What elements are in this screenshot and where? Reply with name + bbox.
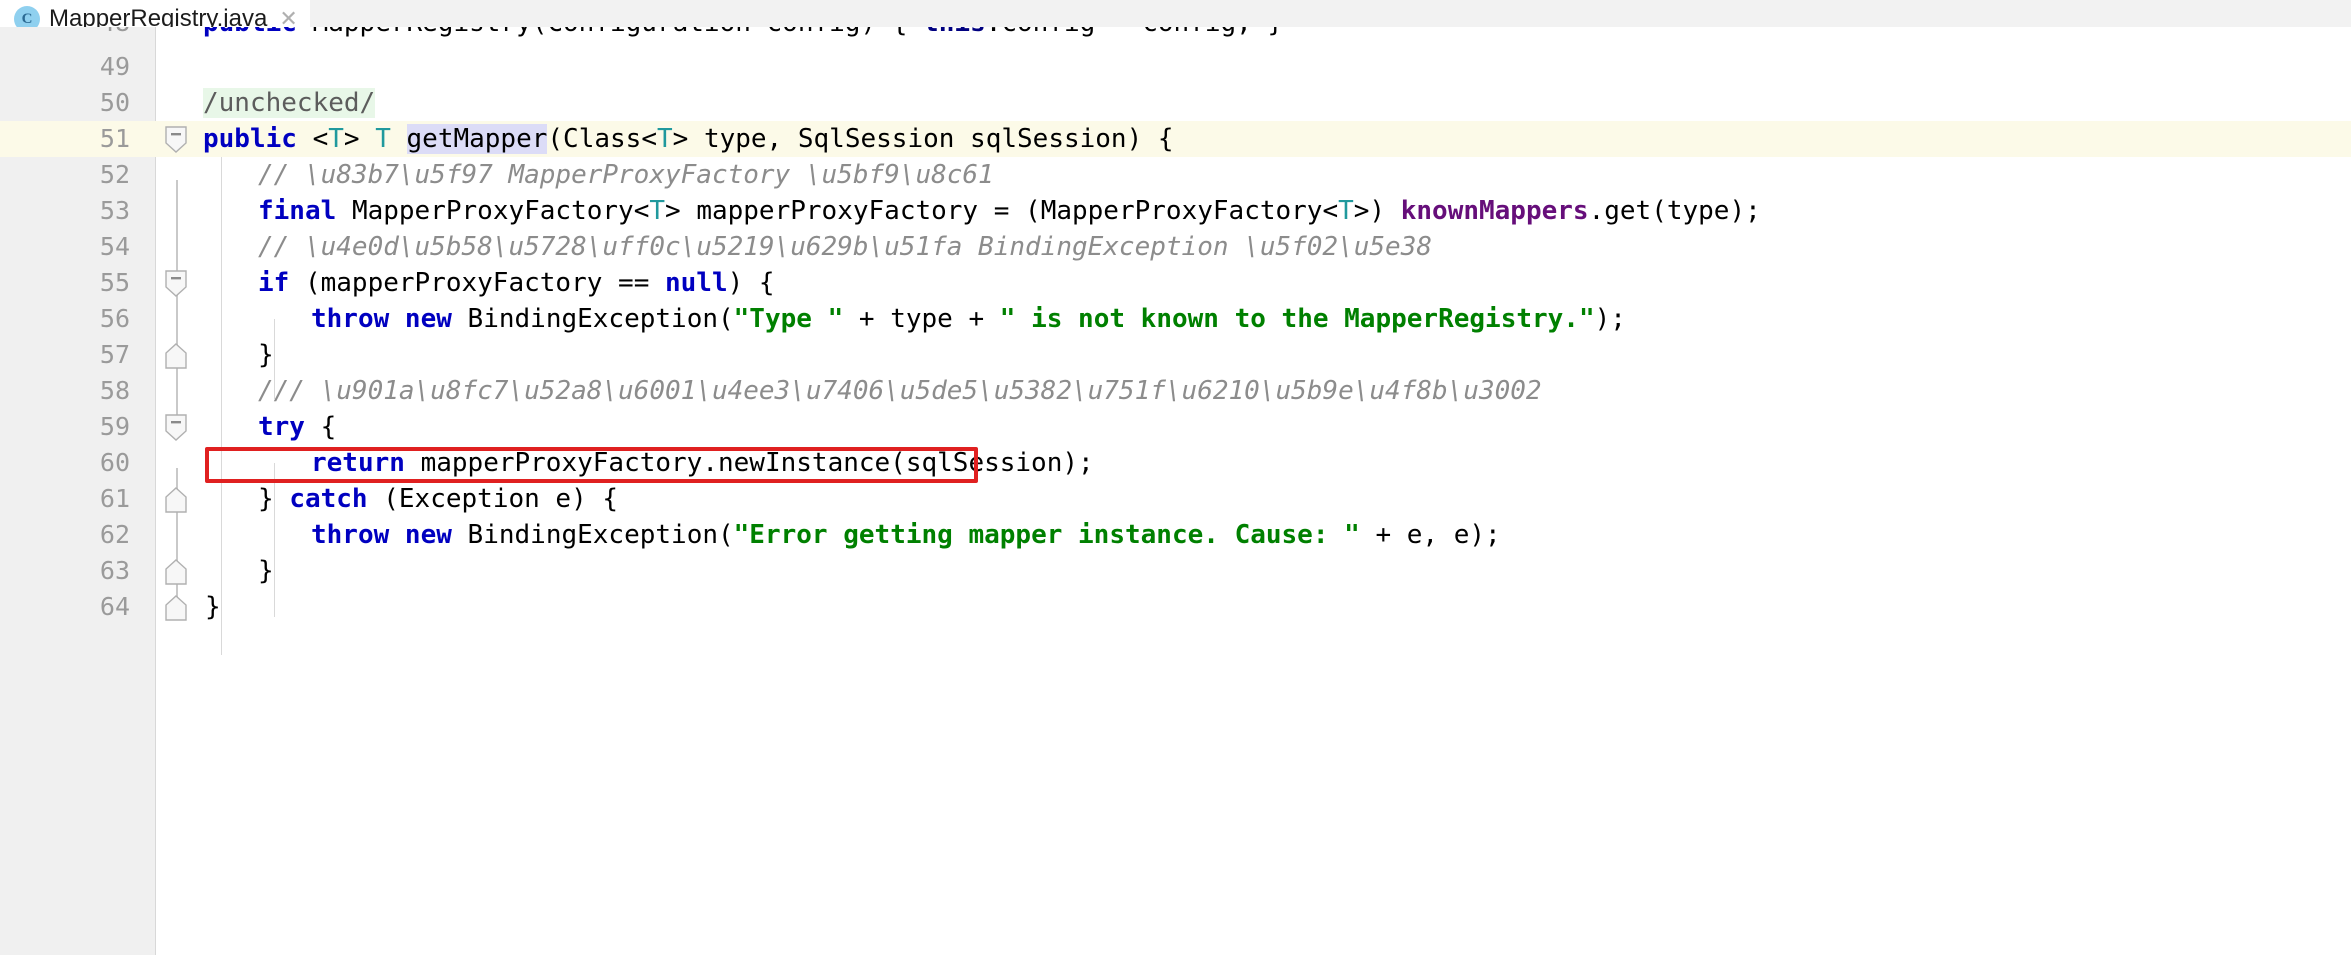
line-number[interactable]: 57	[0, 337, 130, 373]
code-line-50[interactable]: 50 /unchecked/	[0, 85, 2351, 121]
line-number[interactable]: 56	[0, 301, 130, 337]
line-number[interactable]: 55	[0, 265, 130, 301]
fold-collapse-icon[interactable]	[163, 126, 191, 162]
code-line-text: try {	[258, 412, 337, 442]
code-line-63[interactable]: 63 }	[0, 553, 2351, 589]
fold-end-icon[interactable]	[163, 558, 191, 594]
code-line-text: throw new BindingException("Type " + typ…	[311, 304, 1626, 334]
code-line-text: } catch (Exception e) {	[258, 484, 619, 514]
line-number[interactable]: 52	[0, 157, 130, 193]
line-number[interactable]: 59	[0, 409, 130, 445]
code-editor[interactable]: 48 public MapperRegistry(Configuration c…	[0, 27, 2351, 955]
code-line-text: if (mapperProxyFactory == null) {	[258, 268, 775, 298]
code-line-text: /unchecked/	[203, 88, 376, 118]
code-line-55[interactable]: 55 if (mapperProxyFactory == null) {	[0, 265, 2351, 301]
code-line-52[interactable]: 52 // \u83b7\u5f97 MapperProxyFactory \u…	[0, 157, 2351, 193]
line-number[interactable]: 51	[0, 121, 130, 157]
code-line-58[interactable]: 58 /// \u901a\u8fc7\u52a8\u6001\u4ee3\u7…	[0, 373, 2351, 409]
fold-collapse-icon[interactable]	[163, 414, 191, 450]
code-line-text: /// \u901a\u8fc7\u52a8\u6001\u4ee3\u7406…	[258, 376, 1542, 406]
line-number[interactable]: 50	[0, 85, 130, 121]
code-line-61[interactable]: 61 } catch (Exception e) {	[0, 481, 2351, 517]
code-line-59[interactable]: 59 try {	[0, 409, 2351, 445]
code-line-64[interactable]: 64 }	[0, 589, 2351, 625]
code-line-62[interactable]: 62 throw new BindingException("Error get…	[0, 517, 2351, 553]
code-line-text: // \u4e0d\u5b58\u5728\uff0c\u5219\u629b\…	[258, 232, 1432, 262]
line-number[interactable]: 61	[0, 481, 130, 517]
code-line-text: return mapperProxyFactory.newInstance(sq…	[311, 448, 1094, 478]
line-number[interactable]: 62	[0, 517, 130, 553]
code-line-text: }	[205, 592, 221, 622]
code-line-57[interactable]: 57 }	[0, 337, 2351, 373]
code-line-54[interactable]: 54 // \u4e0d\u5b58\u5728\uff0c\u5219\u62…	[0, 229, 2351, 265]
code-line-53[interactable]: 53 final MapperProxyFactory<T> mapperPro…	[0, 193, 2351, 229]
line-number[interactable]: 58	[0, 373, 130, 409]
fold-end-icon[interactable]	[163, 486, 191, 522]
line-number[interactable]: 64	[0, 589, 130, 625]
code-line-49[interactable]: 49	[0, 49, 2351, 85]
code-line-text: }	[258, 556, 274, 586]
code-line-text: public <T> T getMapper(Class<T> type, Sq…	[203, 124, 1174, 154]
line-number[interactable]: 53	[0, 193, 130, 229]
line-number[interactable]: 60	[0, 445, 130, 481]
fold-end-icon[interactable]	[163, 342, 191, 378]
code-rows: 49 50 /unchecked/ 51 public <T> T getMap…	[0, 27, 2351, 955]
line-number[interactable]: 54	[0, 229, 130, 265]
fold-end-icon[interactable]	[163, 594, 191, 630]
code-line-56[interactable]: 56 throw new BindingException("Type " + …	[0, 301, 2351, 337]
fold-collapse-icon[interactable]	[163, 270, 191, 306]
code-line-text: final MapperProxyFactory<T> mapperProxyF…	[258, 196, 1761, 226]
line-number[interactable]: 49	[0, 49, 130, 85]
code-line-text: }	[258, 340, 274, 370]
line-number[interactable]: 63	[0, 553, 130, 589]
code-line-text: // \u83b7\u5f97 MapperProxyFactory \u5bf…	[258, 160, 994, 190]
code-line-51[interactable]: 51 public <T> T getMapper(Class<T> type,…	[0, 121, 2351, 157]
code-line-text: throw new BindingException("Error gettin…	[311, 520, 1501, 550]
code-line-60[interactable]: 60 return mapperProxyFactory.newInstance…	[0, 445, 2351, 481]
